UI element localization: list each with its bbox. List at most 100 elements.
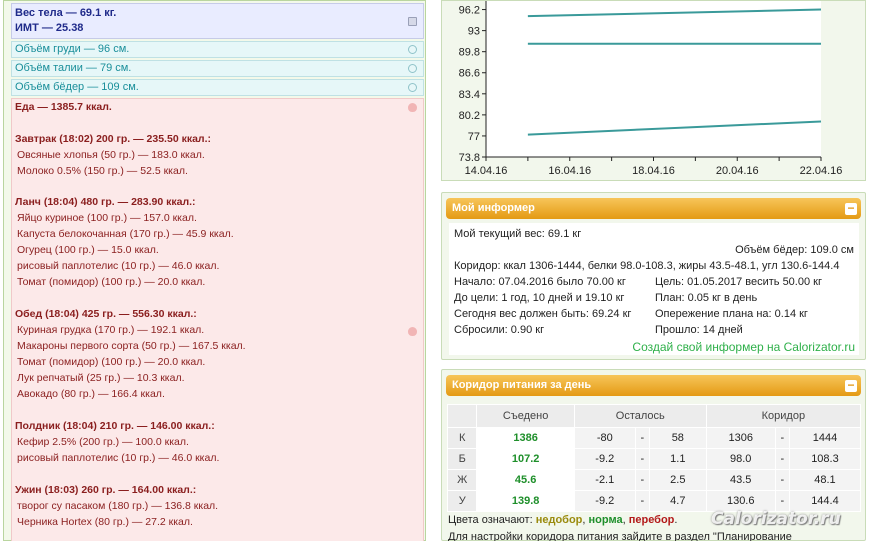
tape-icon[interactable] [408,83,417,92]
y-tick-label: 89.8 [459,47,480,59]
left-dash: - [634,427,650,449]
legend-end: . [674,514,678,526]
chest-measurement: Объём груди — 96 см. [15,43,130,55]
legend-sep: , [622,514,626,526]
corridor-title: Коридор питания за день [452,379,592,391]
x-tick-label: 16.04.16 [548,165,591,177]
tape-icon[interactable] [408,45,417,54]
eaten-value: 1386 [476,427,575,449]
left-min: -9.2 [573,490,636,512]
hips-entry[interactable]: Объём бёдер — 109 см. [11,79,424,96]
corridor-max: 48.1 [788,469,862,491]
start-info: Начало: 07.04.2016 было 70.00 кг [454,276,626,288]
collapse-button[interactable]: − [845,202,857,215]
left-dash: - [634,490,650,512]
hips-info: Объём бёдер: 109.0 см [735,244,854,256]
ahead-info: Опережение плана на: 0.14 кг [655,308,808,320]
diary-column: Вес тела — 69.1 кг. ИМТ — 25.38 Объём гр… [3,0,426,541]
collapse-button[interactable]: − [845,379,857,392]
eaten-value: 45.6 [476,469,575,491]
meal-item: Томат (помидор) (100 гр.) — 20.0 ккал. [17,356,206,368]
left-min: -9.2 [573,448,636,470]
row-label: У [446,490,478,512]
header-corridor: Коридор [705,404,862,428]
corridor-row: К 1386 -80-58 1306-1444 [446,427,862,449]
food-entry[interactable]: Еда — 1385.7 ккал. Завтрак (18:02) 200 г… [11,98,424,541]
meal-item: Лук репчатый (25 гр.) — 10.3 ккал. [17,372,185,384]
corridor-table: Съедено Осталось Коридор К 1386 -80-58 1306… [446,404,862,512]
meal-item: рисовый паплотелис (10 гр.) — 46.0 ккал. [17,260,220,272]
y-tick-label: 93 [468,26,480,38]
left-max: 1.1 [648,448,707,470]
passed-info: Прошло: 14 дней [655,324,743,336]
left-min: -80 [573,427,636,449]
x-tick-label: 14.04.16 [465,165,508,177]
left-dash: - [634,448,650,470]
color-legend: Цвета означают: недобор, норма, перебор. [448,514,677,526]
meal-item: Яйцо куриное (100 гр.) — 157.0 ккал. [17,212,197,224]
meal-title: Обед (18:04) 425 гр. — 556.30 ккал.: [15,308,197,320]
create-informer-link[interactable]: Создай свой информер на Calorizator.ru [632,340,855,354]
weight-icon[interactable] [408,17,417,26]
eaten-value: 107.2 [476,448,575,470]
corridor-info: Коридор: ккал 1306-1444, белки 98.0-108.… [454,260,840,272]
left-max: 58 [648,427,707,449]
tape-icon[interactable] [408,64,417,73]
corridor-min: 1306 [705,427,776,449]
row-label: Б [446,448,478,470]
current-weight: Мой текущий вес: 69.1 кг [454,228,582,240]
meal-item: Капуста белокочанная (170 гр.) — 45.9 кк… [17,228,234,240]
legend-norm: норма [588,514,623,526]
corridor-min: 43.5 [705,469,776,491]
left-min: -2.1 [573,469,636,491]
meal-item: Томат (помидор) (100 гр.) — 20.0 ккал. [17,276,206,288]
header-eaten: Съедено [476,404,575,428]
meal-item: Кефир 2.5% (200 гр.) — 100.0 ккал. [17,436,189,448]
meal-item: Молоко 0.5% (150 гр.) — 52.5 ккал. [17,165,188,177]
y-tick-label: 73.8 [459,152,480,164]
chest-entry[interactable]: Объём груди — 96 см. [11,41,424,58]
left-max: 4.7 [648,490,707,512]
corridor-row: Б 107.2 -9.2-1.1 98.0-108.3 [446,448,862,470]
apple-icon[interactable] [408,103,417,112]
meal-item: Авокадо (80 гр.) — 166.4 ккал. [17,388,165,400]
weight-chart-panel: 96.2 93 89.8 86.6 83.4 80.2 77 73.8 14.04.16 16.0… [441,0,866,181]
corridor-header[interactable]: Коридор питания за день − [446,375,861,396]
meal-item: Куриная грудка (170 гр.) — 192.1 ккал. [17,324,205,336]
weight-entry[interactable]: Вес тела — 69.1 кг. ИМТ — 25.38 [11,3,424,39]
waist-measurement: Объём талии — 79 см. [15,62,132,74]
y-tick-label: 86.6 [459,68,480,80]
today-should-info: Сегодня вес должен быть: 69.24 кг [454,308,632,320]
bmi: ИМТ — 25.38 [15,22,84,34]
apple-icon[interactable] [408,327,417,336]
meal-title: Завтрак (18:02) 200 гр. — 235.50 ккал.: [15,133,212,145]
corridor-max: 1444 [788,427,862,449]
y-tick-label: 80.2 [459,110,480,122]
informer-header[interactable]: Мой информер − [446,198,861,219]
informer-title: Мой информер [452,202,535,214]
meal-title: Полдник (18:04) 210 гр. — 146.00 ккал.: [15,420,215,432]
y-tick-label: 96.2 [459,5,480,17]
waist-entry[interactable]: Объём талии — 79 см. [11,60,424,77]
left-dash: - [634,469,650,491]
body-weight: Вес тела — 69.1 кг. [15,7,117,19]
legend-over: перебор [628,514,675,526]
hips-measurement: Объём бёдер — 109 см. [15,81,139,93]
to-goal-info: До цели: 1 год, 10 дней и 19.10 кг [454,292,625,304]
watermark: Calorizator.ru [711,509,841,529]
corridor-row: Ж 45.6 -2.1-2.5 43.5-48.1 [446,469,862,491]
corridor-min: 98.0 [705,448,776,470]
row-label: К [446,427,478,449]
legend-sep: , [582,514,586,526]
x-tick-label: 20.04.16 [716,165,759,177]
legend-under: недобор [535,514,583,526]
lost-info: Сбросили: 0.90 кг [454,324,545,336]
informer-panel: Мой информер − Мой текущий вес: 69.1 кг … [441,192,866,360]
left-max: 2.5 [648,469,707,491]
row-label: Ж [446,469,478,491]
y-tick-label: 77 [468,131,480,143]
x-tick-label: 18.04.16 [632,165,675,177]
goal-info: Цель: 01.05.2017 весить 50.00 кг [655,276,822,288]
meal-item: Черника Hortex (80 гр.) — 27.2 ккал. [17,516,193,528]
y-tick-label: 83.4 [459,89,480,101]
